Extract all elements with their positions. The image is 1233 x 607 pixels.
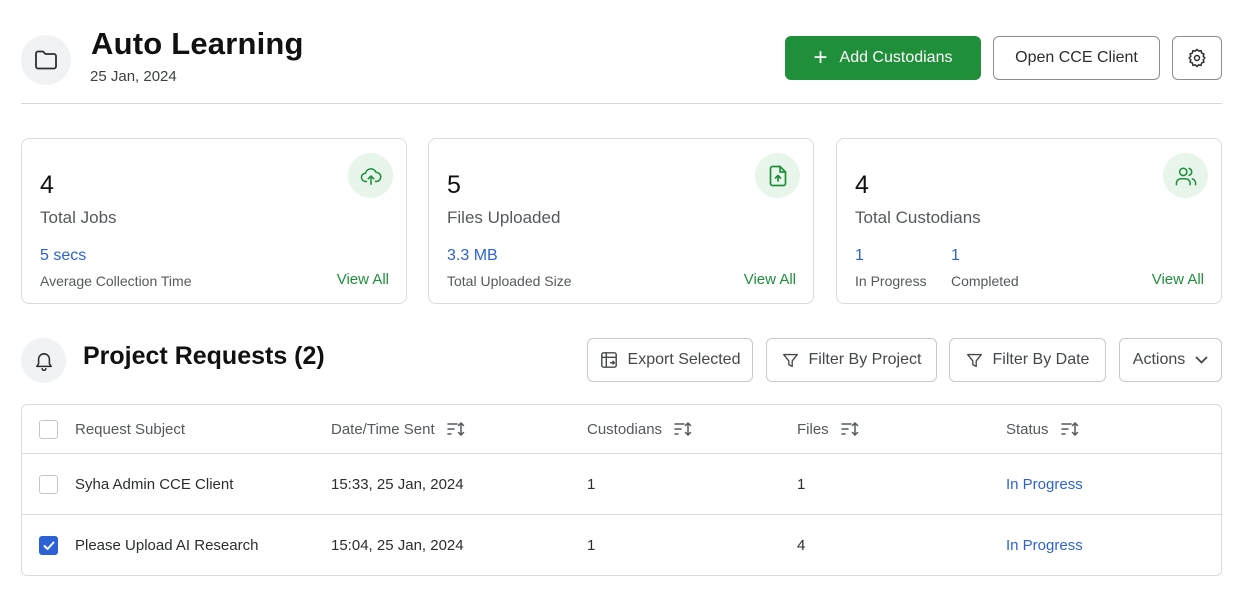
- total-custodians-card: 4 Total Custodians 1 In Progress 1 Compl…: [836, 138, 1222, 304]
- page-date: 25 Jan, 2024: [90, 68, 177, 85]
- total-custodians-label: Total Custodians: [855, 208, 981, 227]
- total-jobs-view-all-link[interactable]: View All: [337, 271, 389, 288]
- filter-by-date-label: Filter By Date: [992, 351, 1090, 368]
- request-subject[interactable]: Please Upload AI Research: [75, 515, 258, 576]
- file-upload-icon: [755, 153, 800, 198]
- table-export-icon: [600, 352, 617, 368]
- date-time-sent: 15:33, 25 Jan, 2024: [331, 475, 464, 493]
- column-files-label: Files: [797, 420, 829, 438]
- row-checkbox[interactable]: [39, 536, 58, 555]
- project-requests-title: Project Requests (2): [83, 342, 325, 370]
- bell-icon: [21, 338, 66, 383]
- folder-icon: [21, 35, 71, 85]
- actions-dropdown[interactable]: Actions: [1119, 338, 1222, 382]
- sort-icon[interactable]: [1060, 422, 1079, 436]
- avg-collection-time-label: Average Collection Time: [40, 273, 192, 289]
- column-files[interactable]: Files: [797, 405, 859, 453]
- column-date-time-sent-label: Date/Time Sent: [331, 420, 435, 438]
- custodians-count: 1: [587, 475, 596, 493]
- total-custodians-value: 4: [855, 171, 869, 199]
- avg-collection-time-value: 5 secs: [40, 247, 87, 264]
- table-header-row: Request Subject Date/Time Sent Custodian…: [22, 405, 1221, 454]
- files-uploaded-value: 5: [447, 171, 461, 199]
- total-jobs-value: 4: [40, 171, 54, 199]
- files-count: 4: [797, 537, 806, 554]
- select-all-checkbox[interactable]: [39, 419, 58, 439]
- sort-icon[interactable]: [674, 422, 692, 436]
- settings-button[interactable]: [1172, 36, 1222, 80]
- sort-icon[interactable]: [840, 422, 859, 436]
- filter-by-date-button[interactable]: Filter By Date: [949, 338, 1106, 382]
- column-custodians-label: Custodians: [587, 420, 663, 438]
- filter-icon: [966, 353, 982, 367]
- total-custodians-view-all-link[interactable]: View All: [1152, 271, 1204, 288]
- export-selected-button[interactable]: Export Selected: [587, 338, 753, 382]
- files-count: 1: [797, 475, 806, 493]
- row-checkbox[interactable]: [39, 474, 58, 494]
- open-cce-client-button[interactable]: Open CCE Client: [993, 36, 1160, 80]
- files-uploaded-view-all-link[interactable]: View All: [744, 271, 796, 288]
- check-icon: [43, 541, 54, 550]
- export-selected-label: Export Selected: [627, 351, 741, 368]
- column-custodians[interactable]: Custodians: [587, 405, 692, 453]
- column-date-time-sent[interactable]: Date/Time Sent: [331, 405, 465, 453]
- page-header: Auto Learning 25 Jan, 2024 + Add Custodi…: [21, 22, 1222, 104]
- request-subject[interactable]: Syha Admin CCE Client: [75, 454, 233, 514]
- page-title: Auto Learning: [91, 26, 304, 61]
- add-custodians-label: Add Custodians: [839, 49, 953, 66]
- actions-label: Actions: [1132, 351, 1186, 368]
- status-badge: In Progress: [1006, 537, 1083, 554]
- total-jobs-card: 4 Total Jobs 5 secs Average Collection T…: [21, 138, 407, 304]
- files-uploaded-card: 5 Files Uploaded 3.3 MB Total Uploaded S…: [428, 138, 814, 304]
- filter-by-project-label: Filter By Project: [808, 351, 922, 368]
- column-status[interactable]: Status: [1006, 405, 1079, 453]
- gear-icon: [1188, 48, 1206, 68]
- add-custodians-button[interactable]: + Add Custodians: [785, 36, 981, 80]
- table-row[interactable]: Please Upload AI Research 15:04, 25 Jan,…: [22, 515, 1221, 576]
- total-jobs-label: Total Jobs: [40, 208, 117, 227]
- in-progress-label: In Progress: [855, 273, 927, 289]
- project-requests-table: Request Subject Date/Time Sent Custodian…: [21, 404, 1222, 576]
- status-badge: In Progress: [1006, 475, 1083, 493]
- sort-icon[interactable]: [446, 422, 465, 436]
- completed-count: 1: [951, 247, 960, 264]
- plus-icon: +: [813, 44, 828, 71]
- table-row[interactable]: Syha Admin CCE Client 15:33, 25 Jan, 202…: [22, 454, 1221, 515]
- completed-label: Completed: [951, 273, 1019, 289]
- files-uploaded-label: Files Uploaded: [447, 208, 561, 227]
- date-time-sent: 15:04, 25 Jan, 2024: [331, 537, 464, 554]
- filter-icon: [782, 353, 798, 367]
- cloud-upload-icon: [348, 153, 393, 198]
- filter-by-project-button[interactable]: Filter By Project: [766, 338, 937, 382]
- users-icon: [1163, 153, 1208, 198]
- uploaded-size-value: 3.3 MB: [447, 247, 498, 264]
- chevron-down-icon: [1195, 356, 1208, 364]
- column-status-label: Status: [1006, 420, 1049, 438]
- uploaded-size-label: Total Uploaded Size: [447, 273, 572, 289]
- in-progress-count: 1: [855, 247, 864, 264]
- column-request-subject: Request Subject: [75, 420, 186, 438]
- custodians-count: 1: [587, 537, 596, 554]
